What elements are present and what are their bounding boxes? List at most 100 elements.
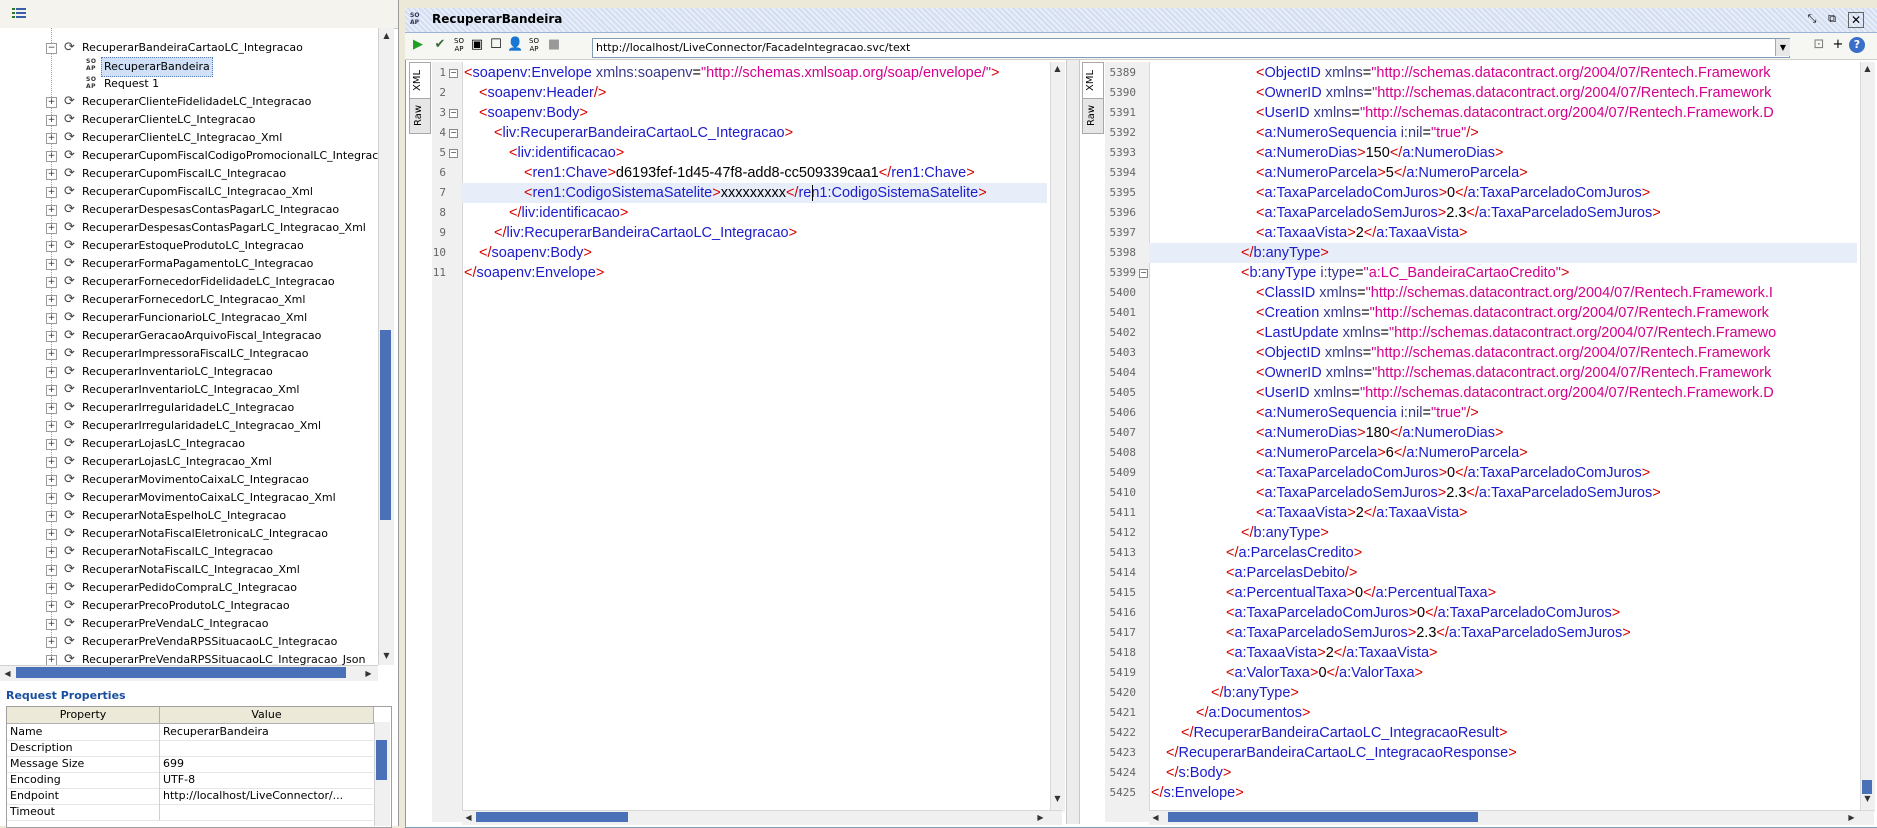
scroll-left-arrow-icon[interactable]: ◀	[462, 811, 475, 824]
expand-icon[interactable]: +	[46, 169, 57, 180]
stop-icon[interactable]: ■	[546, 37, 562, 53]
scroll-down-arrow-icon[interactable]: ▼	[1051, 792, 1064, 805]
expand-icon[interactable]: +	[46, 259, 57, 270]
tree-item[interactable]: + ⟳ RecuperarInventarioLC_Integracao_Xml	[0, 381, 378, 399]
minimize-icon[interactable]: ⤡	[1805, 12, 1819, 26]
expand-icon[interactable]: +	[46, 241, 57, 252]
scroll-right-arrow-icon[interactable]: ▶	[362, 667, 375, 680]
response-horizontal-thumb[interactable]	[1168, 812, 1478, 822]
tree-scroll-thumb[interactable]	[380, 330, 391, 520]
tree-item[interactable]: + ⟳ RecuperarEstoqueProdutoLC_Integracao	[0, 237, 378, 255]
expand-icon[interactable]: +	[46, 385, 57, 396]
wsa-icon[interactable]: SO AP	[526, 37, 542, 53]
fold-icon[interactable]: −	[449, 149, 458, 158]
expand-icon[interactable]: +	[46, 565, 57, 576]
tree-item[interactable]: + ⟳ RecuperarPreVendaRPSSituacaoLC_Integra…	[0, 651, 378, 665]
tree-item[interactable]: + ⟳ RecuperarIrregularidadeLC_Integracao	[0, 399, 378, 417]
tree-item[interactable]: + ⟳ RecuperarFornecedorLC_Integracao_Xml	[0, 291, 378, 309]
fold-icon[interactable]: −	[449, 129, 458, 138]
add-assertion-icon[interactable]: ✔	[432, 37, 448, 53]
expand-icon[interactable]: +	[46, 133, 57, 144]
expand-icon[interactable]: +	[46, 601, 57, 612]
property-value[interactable]	[160, 804, 373, 821]
attachments-icon[interactable]: ⊡	[1811, 37, 1827, 53]
soap-action-icon[interactable]: SO AP	[451, 37, 467, 53]
tree-item[interactable]: + ⟳ RecuperarNotaFiscalLC_Integracao	[0, 543, 378, 561]
expand-icon[interactable]: +	[46, 547, 57, 558]
properties-scroll-thumb[interactable]	[376, 740, 387, 780]
tree-item[interactable]: + ⟳ RecuperarFornecedorFidelidadeLC_Integr…	[0, 273, 378, 291]
list-view-icon[interactable]	[12, 7, 26, 19]
expand-icon[interactable]: +	[46, 151, 57, 162]
expand-icon[interactable]: +	[46, 421, 57, 432]
expand-icon[interactable]: +	[46, 367, 57, 378]
auth-user-icon[interactable]: 👤	[507, 37, 523, 53]
tree-item[interactable]: + ⟳ RecuperarNotaFiscalEletronicaLC_Integr…	[0, 525, 378, 543]
tree-item[interactable]: + ⟳ RecuperarDespesasContasPagarLC_Integra…	[0, 201, 378, 219]
expand-icon[interactable]: +	[46, 475, 57, 486]
expand-icon[interactable]: +	[46, 529, 57, 540]
property-value[interactable]: UTF-8	[160, 772, 373, 789]
tree-item[interactable]: + ⟳ RecuperarClienteLC_Integracao	[0, 111, 378, 129]
expand-icon[interactable]: +	[46, 457, 57, 468]
tree-item[interactable]: + ⟳ RecuperarNotaEspelhoLC_Integracao	[0, 507, 378, 525]
editor-splitter[interactable]	[1066, 60, 1080, 824]
tree-item[interactable]: + ⟳ RecuperarMovimentoCaixaLC_Integracao	[0, 471, 378, 489]
tree-item[interactable]: + ⟳ RecuperarFuncionarioLC_Integracao_Xml	[0, 309, 378, 327]
tree-horizontal-thumb[interactable]	[16, 667, 346, 678]
scroll-up-arrow-icon[interactable]: ▲	[1051, 62, 1064, 75]
tree-item[interactable]: + ⟳ RecuperarNotaFiscalLC_Integracao_Xml	[0, 561, 378, 579]
request-vertical-scrollbar[interactable]: ▲ ▼	[1050, 62, 1065, 812]
column-header-property[interactable]: Property	[7, 707, 160, 724]
request-horizontal-thumb[interactable]	[476, 812, 628, 822]
response-tab-xml[interactable]: XML	[1082, 62, 1104, 100]
fold-icon[interactable]: −	[1139, 269, 1148, 278]
scroll-down-arrow-icon[interactable]: ▼	[380, 649, 393, 662]
tree-item[interactable]: + ⟳ RecuperarCupomFiscalCodigoPromocionalL…	[0, 147, 378, 165]
expand-icon[interactable]: +	[46, 295, 57, 306]
expand-icon[interactable]: +	[46, 637, 57, 648]
tree-item[interactable]: + ⟳ RecuperarPrecoProdutoLC_Integracao	[0, 597, 378, 615]
expand-icon[interactable]: +	[46, 313, 57, 324]
tree-item[interactable]: + ⟳ RecuperarIrregularidadeLC_Integracao_X…	[0, 417, 378, 435]
run-icon[interactable]: ▶	[410, 37, 426, 53]
expand-icon[interactable]: +	[46, 115, 57, 126]
tree-item[interactable]: + ⟳ RecuperarDespesasContasPagarLC_Integra…	[0, 219, 378, 237]
property-value[interactable]: RecuperarBandeira	[160, 724, 373, 741]
expand-icon[interactable]: +	[46, 403, 57, 414]
expand-icon[interactable]: +	[46, 511, 57, 522]
tree-item[interactable]: + ⟳ RecuperarGeracaoArquivoFiscal_Integrac…	[0, 327, 378, 345]
expand-icon[interactable]: +	[46, 277, 57, 288]
tree-item[interactable]: + ⟳ RecuperarPreVendaRPSSituacaoLC_Integra…	[0, 633, 378, 651]
request-tab-xml[interactable]: XML	[409, 62, 431, 100]
tree-item[interactable]: + ⟳ RecuperarLojasLC_Integracao	[0, 435, 378, 453]
outline-icon[interactable]: ☐	[488, 37, 504, 53]
expand-icon[interactable]: +	[46, 223, 57, 234]
response-tab-raw[interactable]: Raw	[1082, 98, 1104, 134]
expand-icon[interactable]: +	[46, 493, 57, 504]
property-value[interactable]: http://localhost/LiveConnector/...	[160, 788, 373, 805]
tree-item[interactable]: + ⟳ RecuperarCupomFiscalLC_Integracao	[0, 165, 378, 183]
tree-item[interactable]: + ⟳ RecuperarPreVendaLC_Integracao	[0, 615, 378, 633]
tree-item[interactable]: + ⟳ RecuperarClienteLC_Integracao_Xml	[0, 129, 378, 147]
tree-item[interactable]: + ⟳ RecuperarLojasLC_Integracao_Xml	[0, 453, 378, 471]
tree-item[interactable]: + ⟳ RecuperarPedidoCompraLC_Integracao	[0, 579, 378, 597]
expand-icon[interactable]: +	[46, 583, 57, 594]
scroll-up-arrow-icon[interactable]: ▲	[1861, 62, 1874, 75]
scroll-up-arrow-icon[interactable]: ▲	[380, 29, 393, 42]
help-icon[interactable]: ?	[1849, 37, 1865, 53]
expand-icon[interactable]: +	[46, 97, 57, 108]
expand-icon[interactable]: +	[46, 187, 57, 198]
scroll-right-arrow-icon[interactable]: ▶	[1034, 811, 1047, 824]
property-value[interactable]: 699	[160, 756, 373, 773]
tree-item[interactable]: − ⟳ RecuperarBandeiraCartaoLC_Integracao	[0, 39, 378, 57]
response-vertical-thumb[interactable]	[1862, 780, 1872, 794]
tree-item[interactable]: + ⟳ RecuperarFormaPagamentoLC_Integracao	[0, 255, 378, 273]
expand-icon[interactable]: +	[46, 331, 57, 342]
form-view-icon[interactable]: ▣	[469, 37, 485, 53]
property-value[interactable]	[160, 740, 373, 757]
response-vertical-scrollbar[interactable]: ▲ ▼	[1860, 62, 1875, 812]
tree-item[interactable]: + ⟳ RecuperarInventarioLC_Integracao	[0, 363, 378, 381]
close-icon[interactable]: ✕	[1848, 12, 1864, 28]
endpoint-dropdown-arrow-icon[interactable]: ▼	[1775, 39, 1790, 56]
